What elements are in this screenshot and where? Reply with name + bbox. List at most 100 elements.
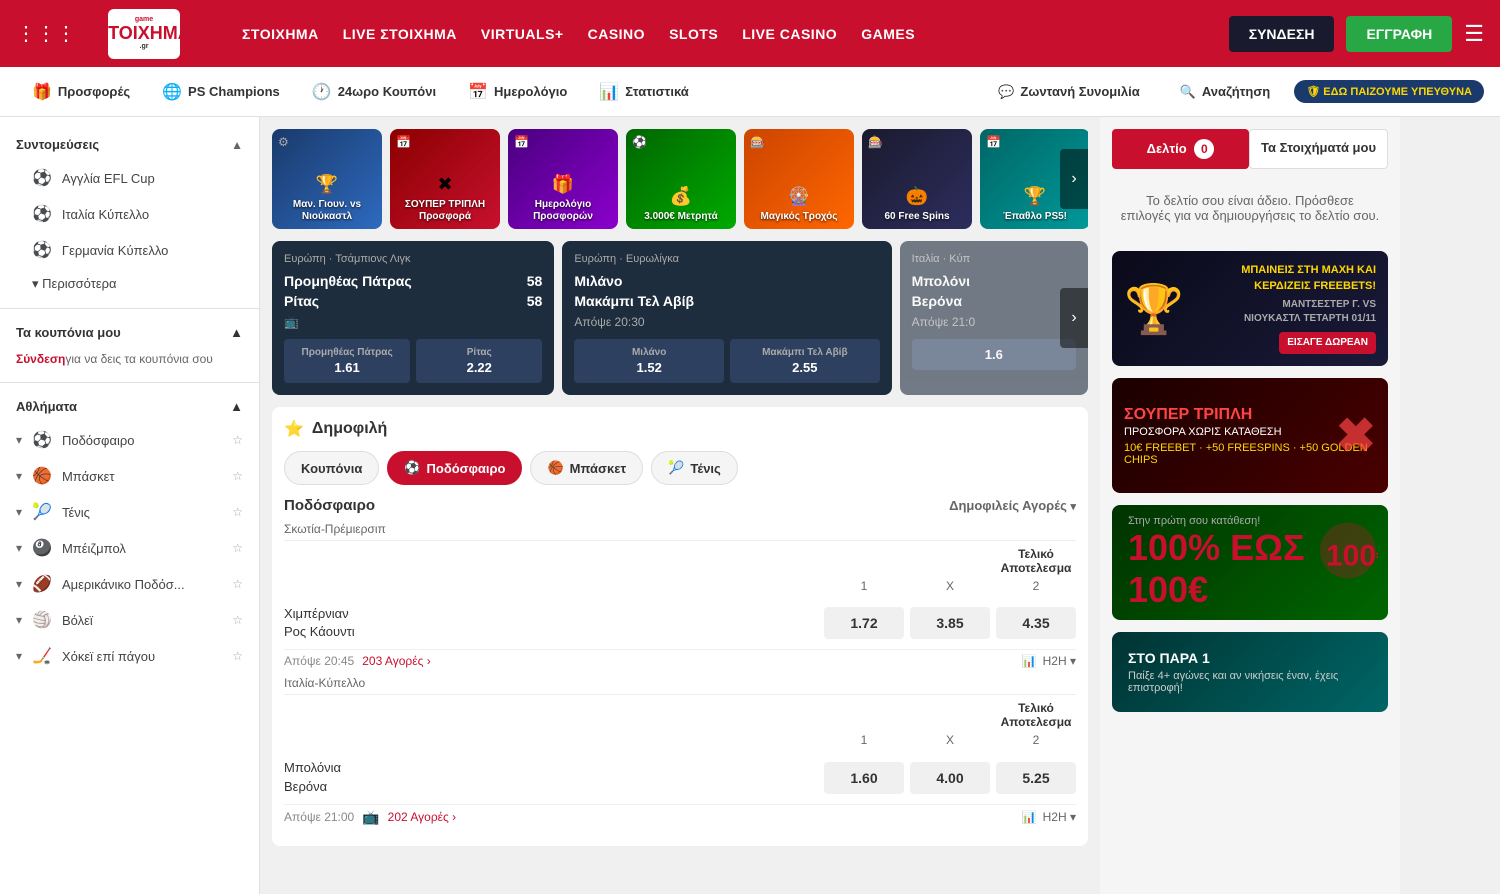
tab-football-icon: ⚽ — [404, 460, 420, 476]
nav-promo[interactable]: 🎁 Προσφορές — [16, 67, 146, 116]
nav-calendar[interactable]: 📅 Ημερολόγιο — [452, 67, 583, 116]
sports-header[interactable]: Αθλήματα ▲ — [0, 391, 259, 422]
banner-super-tripla[interactable]: ΣΟΥΠΕΡ ΤΡΙΠΛΗ ΠΡΟΣΦΟΡΑ ΧΩΡΙΣ ΚΑΤΑΘΕΣΗ 10… — [1112, 378, 1388, 493]
more-markets-2[interactable]: 202 Αγορές › — [388, 810, 456, 824]
baseball-icon: 🎱 — [32, 538, 52, 558]
my-coupons-title: Τα κουπόνια μου — [16, 325, 121, 340]
tab-coupons[interactable]: Κουπόνια — [284, 451, 379, 485]
match-2-odds: Μιλάνο 1.52 Μακάμπι Τελ Αβίβ 2.55 — [574, 339, 879, 383]
tv-icon-2: 📺 — [362, 809, 379, 826]
betslip-tab-my-bets[interactable]: Τα Στοιχήματά μου — [1249, 129, 1388, 169]
live-match-2[interactable]: Ευρώπη · Ευρωλίγκα Μιλάνο Μακάμπι Τελ Αβ… — [562, 241, 891, 395]
promo-card-4[interactable]: 🎡 Μαγικός Τροχός 🎰 — [744, 129, 854, 229]
nav-games[interactable]: GAMES — [861, 22, 915, 46]
grid-icon[interactable]: ⋮⋮⋮ — [16, 21, 76, 46]
shortcuts-arrow: ▲ — [231, 138, 243, 152]
match-next-arrow[interactable]: › — [1060, 288, 1088, 348]
promo-cards-container: 🏆 Μαν. Γιουν. vs Νιούκαστλ ⚙ ✖ ΣΟΥΠΕΡ ΤΡ… — [272, 129, 1088, 229]
odd-btn-2-2[interactable]: 5.25 — [996, 762, 1076, 794]
responsible-badge-text: ΕΔΩ ΠΑΙΖΟΥΜΕ ΥΠΕΥΘΥΝΑ — [1323, 86, 1472, 98]
promo-card-5[interactable]: 🎃 60 Free Spins 🎰 — [862, 129, 972, 229]
sport-item-hockey[interactable]: ▾ 🏒 Χόκεϊ επί πάγου ☆ — [0, 638, 259, 674]
nav-virtuals[interactable]: VIRTUALS+ — [481, 22, 564, 46]
nav-ps-champions[interactable]: 🌐 PS Champions — [146, 67, 296, 116]
h2h-btn-1[interactable]: H2H ▾ — [1043, 654, 1076, 668]
promo-card-3[interactable]: 💰 3.000€ Μετρητά ⚽ — [626, 129, 736, 229]
banner-100-percent[interactable]: Στην πρώτη σου κατάθεση! 100% ΕΩΣ 100€ 1… — [1112, 505, 1388, 620]
sport-item-baseball[interactable]: ▾ 🎱 Μπέιζμπολ ☆ — [0, 530, 259, 566]
markets-label-text: Δημοφιλείς Αγορές — [949, 498, 1067, 513]
h2h-btn-2[interactable]: H2H ▾ — [1043, 810, 1076, 824]
expand-icon-7: ▾ — [16, 649, 22, 663]
promo-label-3: 3.000€ Μετρητά — [644, 211, 718, 223]
sidebar-item-germany-cup[interactable]: ⚽ Γερμανία Κύπελλο — [0, 232, 259, 268]
match-2-odd2[interactable]: Μακάμπι Τελ Αβίβ 2.55 — [730, 339, 880, 383]
match-1-odd1[interactable]: Προμηθέας Πάτρας 1.61 — [284, 339, 410, 383]
nav-live[interactable]: LIVE ΣΤΟΙΧΗΜΑ — [343, 22, 457, 46]
nav-search[interactable]: 🔍 Αναζήτηση — [1164, 84, 1287, 100]
register-button[interactable]: ΕΓΓΡΑΦΗ — [1346, 16, 1452, 52]
my-coupons-header[interactable]: Τα κουπόνια μου ▲ — [0, 317, 259, 348]
live-match-1[interactable]: Ευρώπη · Τσάμπιονς Λιγκ Προμηθέας Πάτρας… — [272, 241, 554, 395]
responsible-gaming-badge[interactable]: 🛡 ΕΔΩ ΠΑΙΖΟΥΜΕ ΥΠΕΥΘΥΝΑ — [1294, 80, 1484, 103]
tab-tennis[interactable]: 🎾 Τένις — [651, 451, 738, 485]
match-2-time: Απόψε 20:30 — [574, 315, 879, 329]
sport-item-basketball[interactable]: ▾ 🏀 Μπάσκετ ☆ — [0, 458, 259, 494]
bet-teams-1: Χιμπέρνιαν Ρος Κάουντι — [284, 605, 484, 641]
bet-meta-right-1: 📊 H2H ▾ — [1022, 654, 1076, 668]
sport-item-football[interactable]: ▾ ⚽ Ποδόσφαιρο ☆ — [0, 422, 259, 458]
tab-football[interactable]: ⚽ Ποδόσφαιρο — [387, 451, 522, 485]
banner-para-1[interactable]: ΣΤΟ ΠΑΡΑ 1 Παίξε 4+ αγώνες και αν νικήσε… — [1112, 632, 1388, 712]
match-2-team2-name: Μακάμπι Τελ Αβίβ — [574, 293, 694, 309]
bet-row-1: Χιμπέρνιαν Ρος Κάουντι 1.72 3.85 4.35 — [284, 597, 1076, 650]
expand-icon-4: ▾ — [16, 541, 22, 555]
nav-chat[interactable]: 💬 Ζωντανή Συνομιλία — [982, 84, 1156, 100]
promo-card-1[interactable]: ✖ ΣΟΥΠΕΡ ΤΡΙΠΛΗ Προσφορά 📅 — [390, 129, 500, 229]
betslip-tab-active[interactable]: Δελτίο 0 — [1112, 129, 1249, 169]
match-3-odd[interactable]: 1.6 — [912, 339, 1076, 370]
banner-ps-champions[interactable]: 🏆 ΜΠΑΙΝΕΙΣ ΣΤΗ ΜΑΧΗ ΚΑΙ ΚΕΡΔΙΖΕΙΣ FREEBE… — [1112, 251, 1388, 366]
odd-btn-1-x[interactable]: 3.85 — [910, 607, 990, 639]
logo-area[interactable]: game ΣΤΟΙΧΗΜΑ .gr — [108, 9, 218, 59]
nav-stoixima[interactable]: ΣΤΟΙΧΗΜΑ — [242, 22, 319, 46]
sport-section-title: Ποδόσφαιρο Δημοφιλείς Αγορές ▾ — [284, 497, 1076, 514]
popular-title: Δημοφιλή — [312, 420, 387, 438]
match-2-odd1[interactable]: Μιλάνο 1.52 — [574, 339, 724, 383]
odd-btn-2-1[interactable]: 1.60 — [824, 762, 904, 794]
banner-ps-visual: 🏆 — [1124, 280, 1184, 337]
odd-btn-2-x[interactable]: 4.00 — [910, 762, 990, 794]
odd-btn-1-2[interactable]: 4.35 — [996, 607, 1076, 639]
banner-ps-action[interactable]: ΕΙΣΑΓΕ ΔΩΡΕΑΝ — [1279, 332, 1376, 354]
bet-time-2: Απόψε 21:00 — [284, 810, 354, 824]
promo-card-0[interactable]: 🏆 Μαν. Γιουν. vs Νιούκαστλ ⚙ — [272, 129, 382, 229]
hockey-icon: 🏒 — [32, 646, 52, 666]
markets-dropdown[interactable]: Δημοφιλείς Αγορές ▾ — [949, 498, 1076, 513]
hamburger-icon[interactable]: ☰ — [1464, 21, 1484, 47]
sidebar-item-england-efl[interactable]: ⚽ Αγγλία EFL Cup — [0, 160, 259, 196]
sidebar-more[interactable]: ▾ Περισσότερα — [0, 268, 259, 300]
tab-basketball-label: Μπάσκετ — [570, 461, 627, 476]
banner-ps-title: ΜΠΑΙΝΕΙΣ ΣΤΗ ΜΑΧΗ ΚΑΙ ΚΕΡΔΙΖΕΙΣ FREEBETS… — [1226, 263, 1376, 294]
odd-btn-1-1[interactable]: 1.72 — [824, 607, 904, 639]
promo-card-2[interactable]: 🎁 Ημερολόγιο Προσφορών 📅 — [508, 129, 618, 229]
nav-slots[interactable]: SLOTS — [669, 22, 718, 46]
popular-section: ⭐ Δημοφιλή Κουπόνια ⚽ Ποδόσφαιρο 🏀 Μπάσκ… — [272, 407, 1088, 846]
match-1-odd2[interactable]: Ρίτας 2.22 — [416, 339, 542, 383]
sidebar-italy-label: Ιταλία Κύπελλο — [62, 207, 149, 222]
login-button[interactable]: ΣΥΝΔΕΣΗ — [1229, 16, 1335, 52]
sidebar-item-italy-cup[interactable]: ⚽ Ιταλία Κύπελλο — [0, 196, 259, 232]
sport-item-tennis[interactable]: ▾ 🎾 Τένις ☆ — [0, 494, 259, 530]
nav-coupon24[interactable]: 🕐 24ωρο Κουπόνι — [296, 67, 452, 116]
nav-stats[interactable]: 📊 Στατιστικά — [583, 67, 704, 116]
tab-coupons-label: Κουπόνια — [301, 461, 362, 476]
coupons-login-link[interactable]: Σύνδεση — [16, 352, 65, 366]
nav-casino[interactable]: CASINO — [588, 22, 645, 46]
more-markets-1[interactable]: 203 Αγορές › — [362, 654, 430, 668]
promo-next-arrow[interactable]: › — [1060, 149, 1088, 209]
sport-item-volleyball[interactable]: ▾ 🏐 Βόλεϊ ☆ — [0, 602, 259, 638]
nav-live-casino[interactable]: LIVE CASINO — [742, 22, 837, 46]
tab-basketball[interactable]: 🏀 Μπάσκετ — [530, 451, 643, 485]
shortcuts-header[interactable]: Συντομεύσεις ▲ — [0, 129, 259, 160]
sport-item-american-football[interactable]: ▾ 🏈 Αμερικάνικο Ποδόσ... ☆ — [0, 566, 259, 602]
sports-arrow: ▲ — [230, 399, 243, 414]
